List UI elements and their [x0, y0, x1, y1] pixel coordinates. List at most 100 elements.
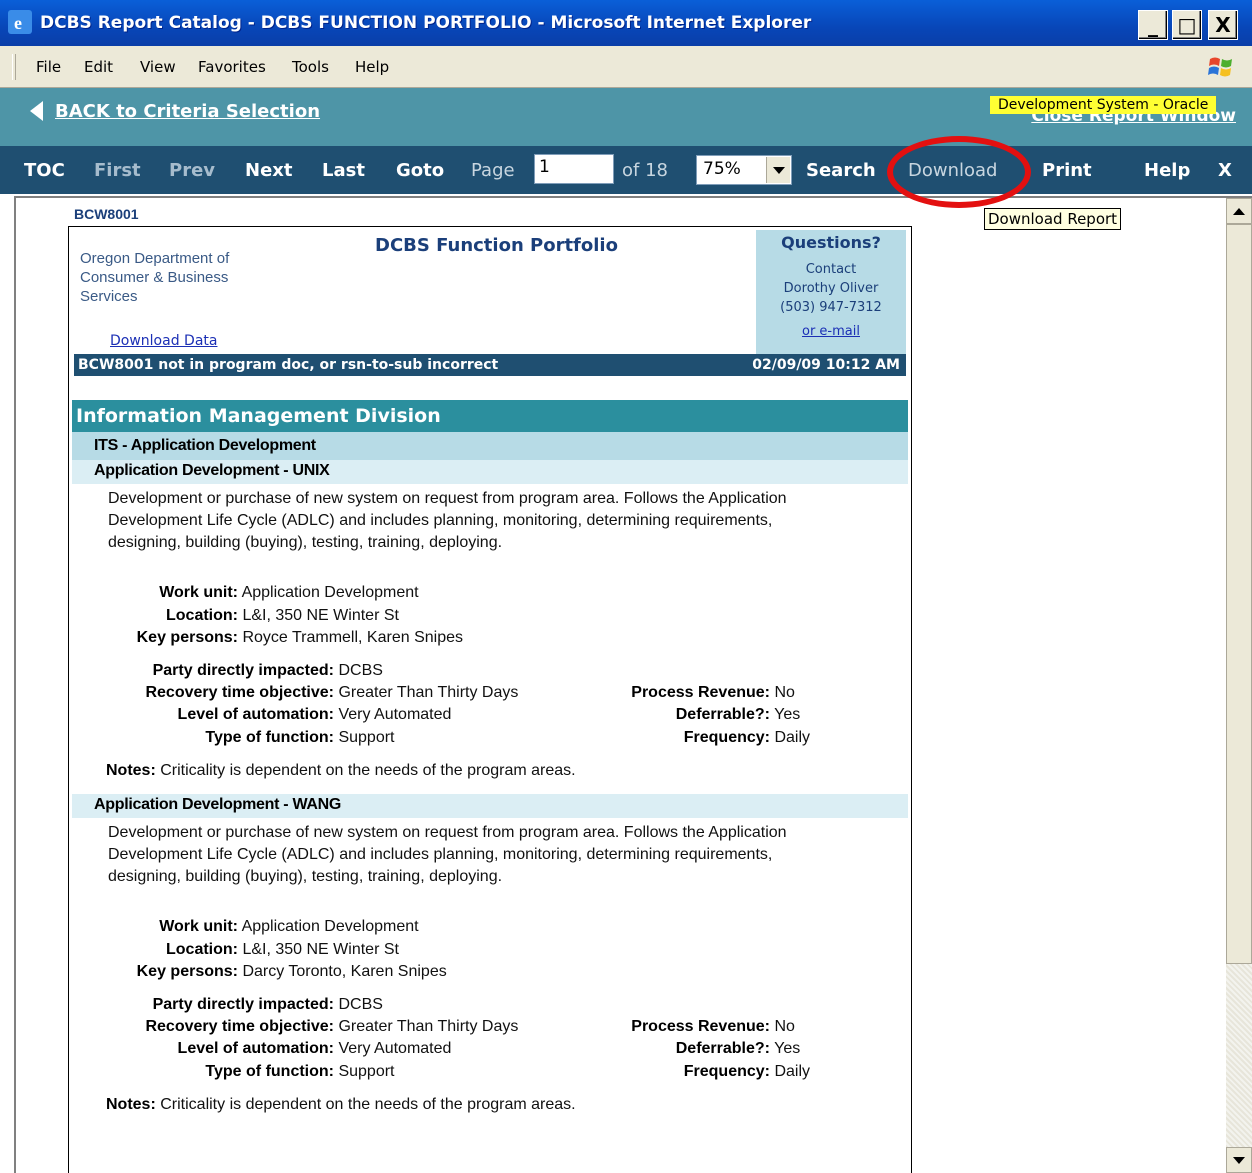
notes-value: Criticality is dependent on the needs of… [160, 762, 576, 779]
window-title: DCBS Report Catalog - DCBS FUNCTION PORT… [40, 13, 812, 33]
questions-box: Questions? Contact Dorothy Oliver (503) … [756, 230, 906, 354]
contact-label: Contact [805, 262, 857, 277]
deferrable-row: Deferrable?: Yes [560, 1040, 801, 1058]
location-value: L&I, 350 NE Winter St [242, 607, 399, 624]
org-name: Oregon Department of Consumer & Business… [80, 250, 230, 305]
type-label: Type of function: [205, 729, 334, 746]
email-link[interactable]: or e-mail [756, 324, 906, 339]
frequency-label: Frequency: [683, 1063, 770, 1080]
frequency-label: Frequency: [683, 729, 770, 746]
revenue-value: No [774, 684, 795, 701]
revenue-label: Process Revenue: [631, 684, 770, 701]
menu-view[interactable]: View [140, 58, 176, 76]
automation-value: Very Automated [338, 1040, 452, 1057]
notes-value: Criticality is dependent on the needs of… [160, 1096, 576, 1113]
toc-button[interactable]: TOC [24, 160, 65, 181]
type-row: Type of function: Support [116, 1063, 395, 1081]
page-number-input[interactable]: 1 [534, 154, 614, 184]
revenue-row: Process Revenue: No [560, 1018, 795, 1036]
last-page-button[interactable]: Last [322, 160, 365, 181]
function-description: Development or purchase of new system on… [108, 824, 787, 885]
maximize-button[interactable]: □ [1172, 10, 1202, 40]
notes-row: Notes: Criticality is dependent on the n… [106, 1096, 576, 1114]
scroll-down-icon[interactable] [1226, 1147, 1252, 1173]
scroll-thumb[interactable] [1226, 224, 1252, 964]
notes-label: Notes: [106, 762, 156, 779]
status-timestamp: 02/09/09 10:12 AM [752, 357, 900, 373]
menu-file[interactable]: File [36, 58, 61, 76]
scroll-up-icon[interactable] [1226, 198, 1252, 224]
page-label: Page [471, 160, 515, 181]
next-page-button[interactable]: Next [245, 160, 293, 181]
minimize-button[interactable]: _ [1138, 10, 1168, 40]
automation-row: Level of automation: Very Automated [116, 1040, 452, 1058]
deferrable-label: Deferrable?: [675, 706, 770, 723]
back-arrow-icon[interactable] [30, 101, 43, 121]
dropdown-arrow-icon[interactable] [766, 157, 790, 183]
party-row: Party directly impacted: DCBS [116, 996, 383, 1014]
work-unit-value: Application Development [241, 584, 419, 601]
search-button[interactable]: Search [806, 160, 876, 181]
unit-header: ITS - Application Development [72, 432, 908, 460]
frequency-row: Frequency: Daily [560, 729, 810, 747]
rto-value: Greater Than Thirty Days [338, 684, 519, 701]
party-row: Party directly impacted: DCBS [116, 662, 383, 680]
key-persons-value: Darcy Toronto, Karen Snipes [242, 963, 447, 980]
rto-label: Recovery time objective: [145, 1018, 334, 1035]
window-titlebar: e DCBS Report Catalog - DCBS FUNCTION PO… [0, 0, 1252, 46]
automation-label: Level of automation: [177, 706, 334, 723]
back-to-criteria-link[interactable]: BACK to Criteria Selection [55, 101, 320, 122]
download-data-link[interactable]: Download Data [110, 333, 217, 349]
menu-edit[interactable]: Edit [84, 58, 113, 76]
page-count-label: of 18 [622, 160, 668, 181]
toolbar-grip [12, 54, 16, 80]
key-persons-row: Key persons: Royce Trammell, Karen Snipe… [120, 629, 463, 647]
report-code: BCW8001 [74, 206, 139, 222]
svg-text:e: e [14, 13, 22, 33]
key-persons-label: Key persons: [136, 963, 238, 980]
frequency-row: Frequency: Daily [560, 1063, 810, 1081]
rto-row: Recovery time objective: Greater Than Th… [116, 684, 518, 702]
zoom-select[interactable]: 75% [696, 155, 792, 185]
deferrable-value: Yes [774, 706, 801, 723]
contact-name: Dorothy Oliver [783, 281, 879, 296]
menu-tools[interactable]: Tools [292, 58, 329, 76]
location-value: L&I, 350 NE Winter St [242, 941, 399, 958]
frequency-value: Daily [774, 729, 811, 746]
close-report-button[interactable]: X [1218, 160, 1232, 181]
party-value: DCBS [338, 662, 383, 679]
windows-logo-icon [1208, 57, 1232, 77]
key-persons-value: Royce Trammell, Karen Snipes [242, 629, 463, 646]
type-label: Type of function: [205, 1063, 334, 1080]
zoom-value: 75% [703, 159, 741, 179]
rto-label: Recovery time objective: [145, 684, 334, 701]
download-tooltip: Download Report [984, 208, 1122, 230]
menu-favorites[interactable]: Favorites [198, 58, 266, 76]
download-highlight-circle [887, 136, 1031, 208]
party-label: Party directly impacted: [152, 662, 334, 679]
key-persons-row: Key persons: Darcy Toronto, Karen Snipes [120, 963, 447, 981]
division-header: Information Management Division [72, 400, 908, 432]
help-button[interactable]: Help [1144, 160, 1190, 181]
print-button[interactable]: Print [1042, 160, 1092, 181]
report-title: DCBS Function Portfolio [375, 235, 618, 256]
deferrable-value: Yes [774, 1040, 801, 1057]
contact-phone: (503) 947-7312 [780, 300, 882, 315]
type-value: Support [338, 1063, 395, 1080]
report-navigation-toolbar: TOC First Prev Next Last Goto Page of 18… [0, 146, 1252, 194]
first-page-button[interactable]: First [94, 160, 141, 181]
party-value: DCBS [338, 996, 383, 1013]
prev-page-button[interactable]: Prev [169, 160, 215, 181]
type-row: Type of function: Support [116, 729, 395, 747]
goto-button[interactable]: Goto [396, 160, 444, 181]
deferrable-label: Deferrable?: [675, 1040, 770, 1057]
close-window-button[interactable]: X [1208, 10, 1238, 40]
type-value: Support [338, 729, 395, 746]
work-unit-row: Work unit: Application Development [120, 918, 419, 936]
rto-row: Recovery time objective: Greater Than Th… [116, 1018, 518, 1036]
menu-help[interactable]: Help [355, 58, 389, 76]
deferrable-row: Deferrable?: Yes [560, 706, 801, 724]
work-unit-value: Application Development [241, 918, 419, 935]
dev-system-badge: Development System - Oracle [990, 96, 1217, 114]
vertical-scrollbar[interactable] [1226, 198, 1252, 1173]
